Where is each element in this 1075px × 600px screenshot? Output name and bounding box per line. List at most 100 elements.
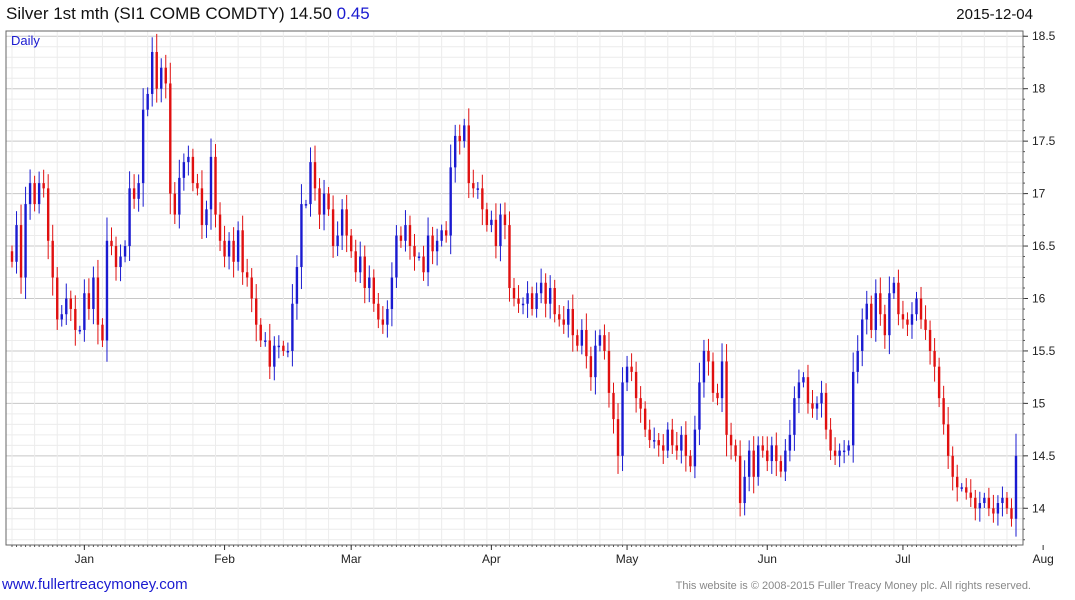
ohlc-bar xyxy=(775,432,778,477)
ohlc-bar xyxy=(662,434,665,464)
ohlc-bar xyxy=(612,382,615,434)
ohlc-bar xyxy=(123,240,127,263)
ohlc-bar xyxy=(865,290,868,335)
website-link[interactable]: www.fullertreacymoney.com xyxy=(2,576,188,593)
ohlc-bar xyxy=(345,194,348,253)
ohlc-bar xyxy=(521,297,525,315)
ohlc-bar xyxy=(969,479,972,507)
ohlc-bar xyxy=(987,487,991,517)
ohlc-bar xyxy=(716,383,719,406)
ohlc-bar xyxy=(340,199,344,250)
ohlc-bar xyxy=(870,295,873,339)
ohlc-bar xyxy=(757,436,760,486)
ohlc-bar xyxy=(734,439,737,462)
ohlc-bar xyxy=(711,352,715,402)
ohlc-bar xyxy=(69,290,72,322)
ohlc-bar xyxy=(236,221,240,271)
ohlc-bar xyxy=(119,244,122,282)
ohlc-bar xyxy=(598,329,602,352)
ohlc-bar xyxy=(476,182,480,199)
ohlc-bar xyxy=(173,182,177,225)
ohlc-bar xyxy=(820,380,823,418)
ohlc-bar xyxy=(824,383,828,440)
ohlc-bar xyxy=(164,54,167,99)
ohlc-bar xyxy=(277,335,281,359)
ohlc-bar xyxy=(698,362,701,446)
ohlc-bar xyxy=(250,268,253,313)
ohlc-bar xyxy=(349,228,353,258)
ohlc-bar xyxy=(191,148,195,192)
ohlc-bar xyxy=(928,320,932,365)
ohlc-bar xyxy=(65,283,68,325)
ohlc-bar xyxy=(1014,433,1018,537)
ohlc-bar xyxy=(851,352,855,463)
ohlc-bar xyxy=(209,138,213,230)
ohlc-bar xyxy=(295,255,299,320)
ohlc-bar xyxy=(892,276,896,300)
ohlc-bar xyxy=(621,367,624,472)
ohlc-bar xyxy=(720,343,724,413)
y-tick-label: 17 xyxy=(1032,187,1046,201)
ohlc-bar xyxy=(273,336,276,381)
y-tick-label: 15 xyxy=(1032,396,1046,410)
ohlc-bar xyxy=(906,312,909,336)
ohlc-bar xyxy=(19,204,23,294)
ohlc-bar xyxy=(738,440,742,517)
ohlc-bar xyxy=(87,278,91,320)
ohlc-bar xyxy=(639,386,642,423)
ohlc-bar xyxy=(883,304,887,349)
ohlc-bar xyxy=(331,195,335,258)
ohlc-bar xyxy=(607,332,611,408)
ohlc-bar xyxy=(83,279,86,342)
ohlc-bar xyxy=(693,415,697,479)
ohlc-bar xyxy=(657,433,660,457)
ohlc-bar xyxy=(571,294,574,352)
x-tick-label: Jun xyxy=(758,552,777,566)
ohlc-bar xyxy=(933,338,936,382)
y-tick-label: 15.5 xyxy=(1032,344,1056,358)
ohlc-bar xyxy=(291,284,294,367)
y-tick-label: 18 xyxy=(1032,82,1046,96)
x-tick-label: Mar xyxy=(341,552,362,566)
ohlc-bar xyxy=(74,295,77,346)
ohlc-bar xyxy=(282,340,285,356)
ohlc-bar xyxy=(544,273,547,318)
ohlc-bar xyxy=(141,88,145,207)
ohlc-bar xyxy=(937,357,941,408)
ohlc-bar xyxy=(585,313,588,369)
ohlc-bar xyxy=(779,455,783,478)
ohlc-bar xyxy=(146,87,149,117)
ohlc-bar xyxy=(833,437,837,466)
ohlc-bar xyxy=(463,118,466,148)
ohlc-bar xyxy=(553,279,556,323)
y-tick-label: 18.5 xyxy=(1032,29,1056,43)
x-tick-label: Aug xyxy=(1032,552,1053,566)
ohlc-bar xyxy=(689,450,692,473)
ohlc-bar xyxy=(128,171,131,261)
ohlc-bar xyxy=(187,145,190,176)
ohlc-bar xyxy=(223,225,226,268)
ohlc-bar xyxy=(901,300,905,329)
ohlc-bar xyxy=(304,199,308,209)
ohlc-bar xyxy=(960,483,963,492)
ohlc-bar xyxy=(770,436,773,474)
ohlc-bar xyxy=(548,275,552,319)
ohlc-bar xyxy=(155,33,158,103)
ohlc-bar xyxy=(861,308,864,367)
ohlc-bar xyxy=(137,174,140,212)
ohlc-bar xyxy=(576,329,579,352)
ohlc-bar xyxy=(37,171,41,214)
ohlc-bar xyxy=(847,440,850,456)
y-tick-label: 17.5 xyxy=(1032,134,1056,148)
ohlc-bar xyxy=(431,226,434,265)
ohlc-bar xyxy=(444,221,448,243)
ohlc-bar xyxy=(426,217,430,287)
ohlc-bar xyxy=(743,460,746,516)
ohlc-bar xyxy=(232,227,235,278)
ohlc-bar xyxy=(567,300,570,338)
ohlc-bar xyxy=(793,386,796,451)
ohlc-bar xyxy=(318,178,321,229)
ohlc-bar xyxy=(114,236,118,281)
x-tick-label: Jan xyxy=(75,552,94,566)
ohlc-bar xyxy=(96,259,100,345)
